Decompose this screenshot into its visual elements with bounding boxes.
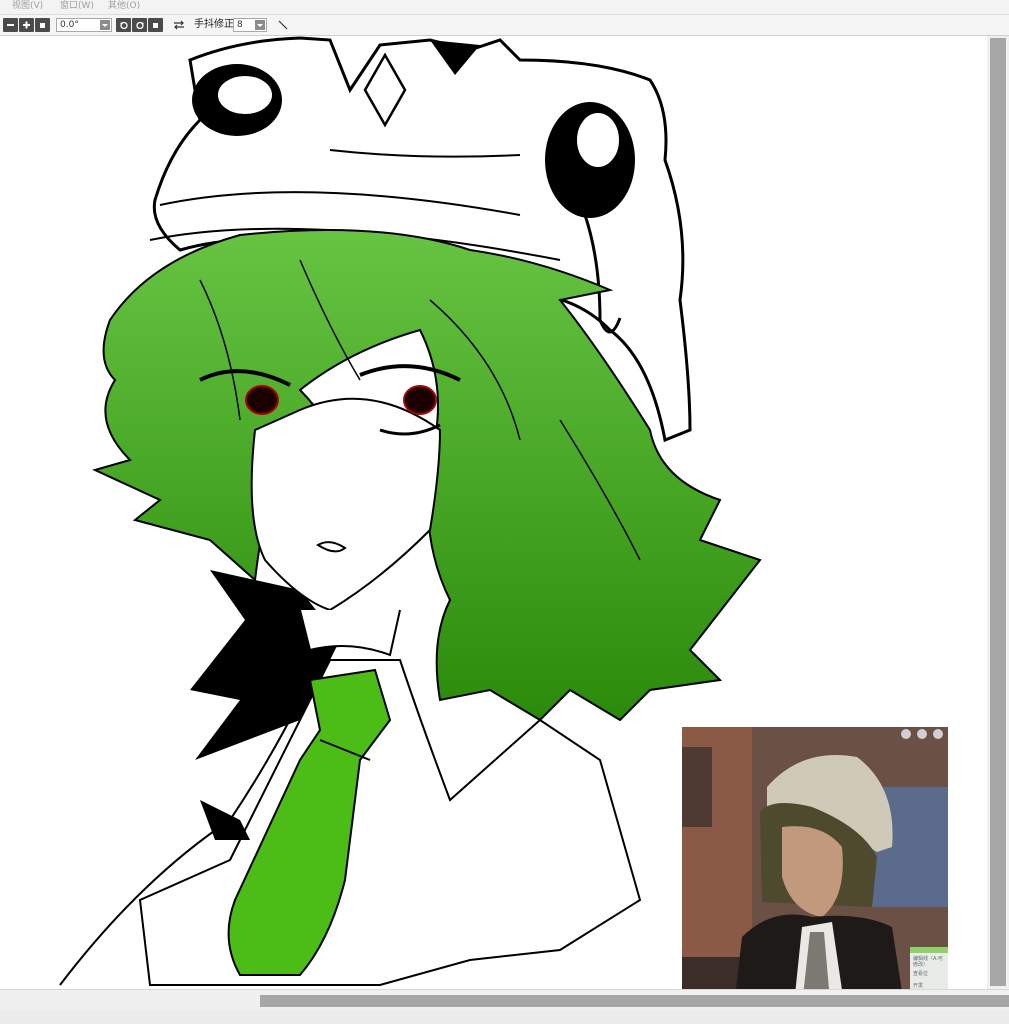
reference-side-panel: 编辑线（A:可修改） 查看位 开发 位	[910, 947, 948, 989]
reference-controls	[901, 729, 943, 739]
vertical-scrollbar[interactable]	[987, 36, 1009, 989]
reset-rotation-button[interactable]	[148, 18, 163, 32]
vertical-scroll-thumb[interactable]	[990, 38, 1006, 986]
reference-photo	[682, 727, 948, 989]
flip-horizontal-icon[interactable]	[172, 18, 186, 32]
stabilizer-label: 手抖修正	[194, 19, 234, 30]
rotate-right-icon	[135, 21, 144, 30]
zoom-out-button[interactable]	[3, 18, 18, 32]
minus-icon	[7, 24, 14, 26]
stabilizer-select[interactable]: 8	[233, 18, 267, 32]
square-icon	[40, 23, 45, 28]
rotation-angle-select[interactable]: 0.0°	[56, 18, 112, 32]
menu-window[interactable]: 窗口(W)	[60, 0, 94, 12]
menu-other[interactable]: 其他(O)	[108, 0, 140, 12]
horizontal-scrollbar[interactable]	[0, 989, 1009, 1011]
chevron-down-icon	[255, 20, 265, 30]
chevron-down-icon	[100, 20, 110, 30]
rotation-angle-value: 0.0°	[60, 20, 79, 30]
rotate-left-icon	[119, 21, 128, 30]
square-icon	[153, 23, 158, 28]
rotate-left-button[interactable]	[116, 18, 131, 32]
menu-view[interactable]: 视图(V)	[12, 0, 43, 12]
straight-line-icon[interactable]	[276, 18, 290, 32]
toolbar: 0.0° 手抖修正 8	[0, 15, 1009, 36]
zoom-in-button[interactable]	[19, 18, 34, 32]
status-bar	[0, 1010, 1009, 1024]
horizontal-scroll-thumb[interactable]	[260, 995, 1009, 1007]
menu-bar: 视图(V) 窗口(W) 其他(O)	[0, 0, 1009, 15]
reference-panel-row: 查看位	[913, 971, 929, 977]
fit-view-button[interactable]	[35, 18, 50, 32]
stabilizer-value: 8	[237, 20, 243, 30]
drawing-canvas[interactable]: 编辑线（A:可修改） 查看位 开发 位	[0, 36, 987, 989]
rotate-right-button[interactable]	[132, 18, 147, 32]
plus-icon	[23, 21, 30, 29]
reference-panel-title: 编辑线（A:可修改）	[913, 956, 944, 968]
reference-image[interactable]: 编辑线（A:可修改） 查看位 开发 位	[682, 727, 948, 989]
